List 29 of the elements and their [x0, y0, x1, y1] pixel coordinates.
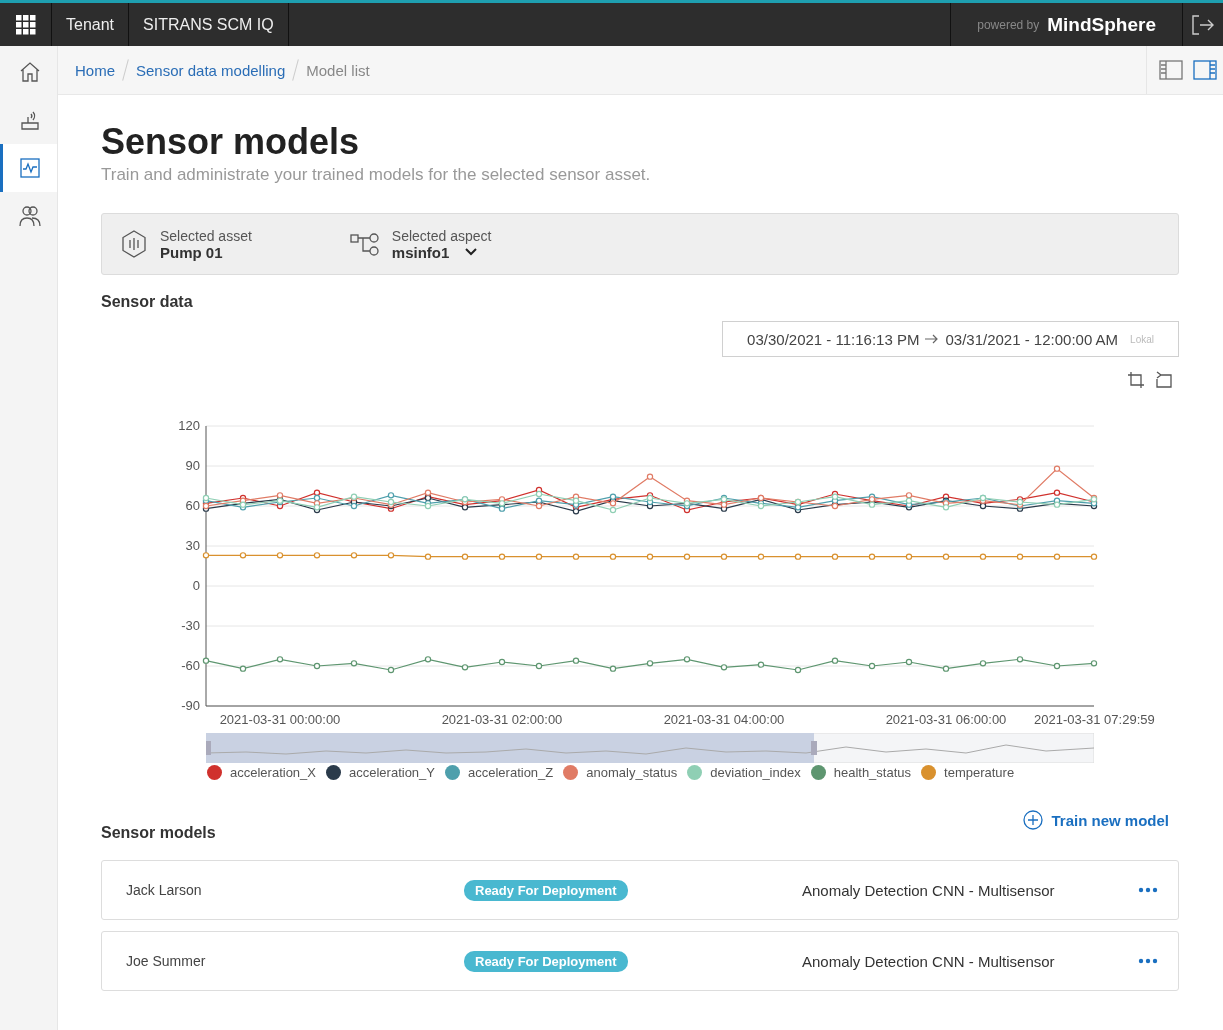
- status-badge: Ready For Deployment: [464, 950, 628, 972]
- status-badge: Ready For Deployment: [464, 879, 628, 901]
- aspect-label: Selected aspect: [391, 227, 492, 244]
- y-tick-label: 60: [185, 498, 200, 513]
- asset-value: Pump 01: [160, 243, 224, 261]
- x-tick-label: 2021-03-31 07:29:59: [1034, 712, 1155, 727]
- x-tick-label: 2021-03-31 02:00:00: [441, 712, 563, 727]
- x-tick-label: 2021-03-31 04:00:00: [663, 712, 785, 727]
- y-tick-label: 90: [185, 458, 200, 473]
- powered-by-label: powered by: [977, 17, 1040, 32]
- model-name: Anomaly Detection CNN - Multisensor: [802, 952, 1056, 970]
- breadcrumb-current: Model list: [306, 61, 370, 79]
- y-tick-label: -90: [181, 698, 200, 713]
- sensor-data-heading: Sensor data: [101, 293, 194, 311]
- asset-label: Selected asset: [160, 227, 252, 244]
- x-tick-label: 2021-03-31 00:00:00: [219, 712, 341, 727]
- brand-logo: MindSphere: [1047, 13, 1156, 36]
- y-tick-label: -30: [181, 618, 200, 633]
- y-tick-label: 0: [192, 578, 200, 593]
- y-tick-label: -60: [181, 658, 200, 673]
- page-title: Sensor models: [101, 121, 361, 163]
- x-tick-label: 2021-03-31 06:00:00: [885, 712, 1007, 727]
- owner-name: Jack Larson: [126, 882, 203, 898]
- owner-name: Joe Summer: [126, 953, 207, 969]
- page-subtitle: Train and administrate your trained models for the selected sensor asset.: [101, 165, 652, 185]
- y-tick-label: 30: [185, 538, 200, 553]
- models-heading: Sensor models: [101, 824, 216, 842]
- model-name: Anomaly Detection CNN - Multisensor: [802, 881, 1056, 899]
- y-tick-label: 120: [178, 418, 200, 433]
